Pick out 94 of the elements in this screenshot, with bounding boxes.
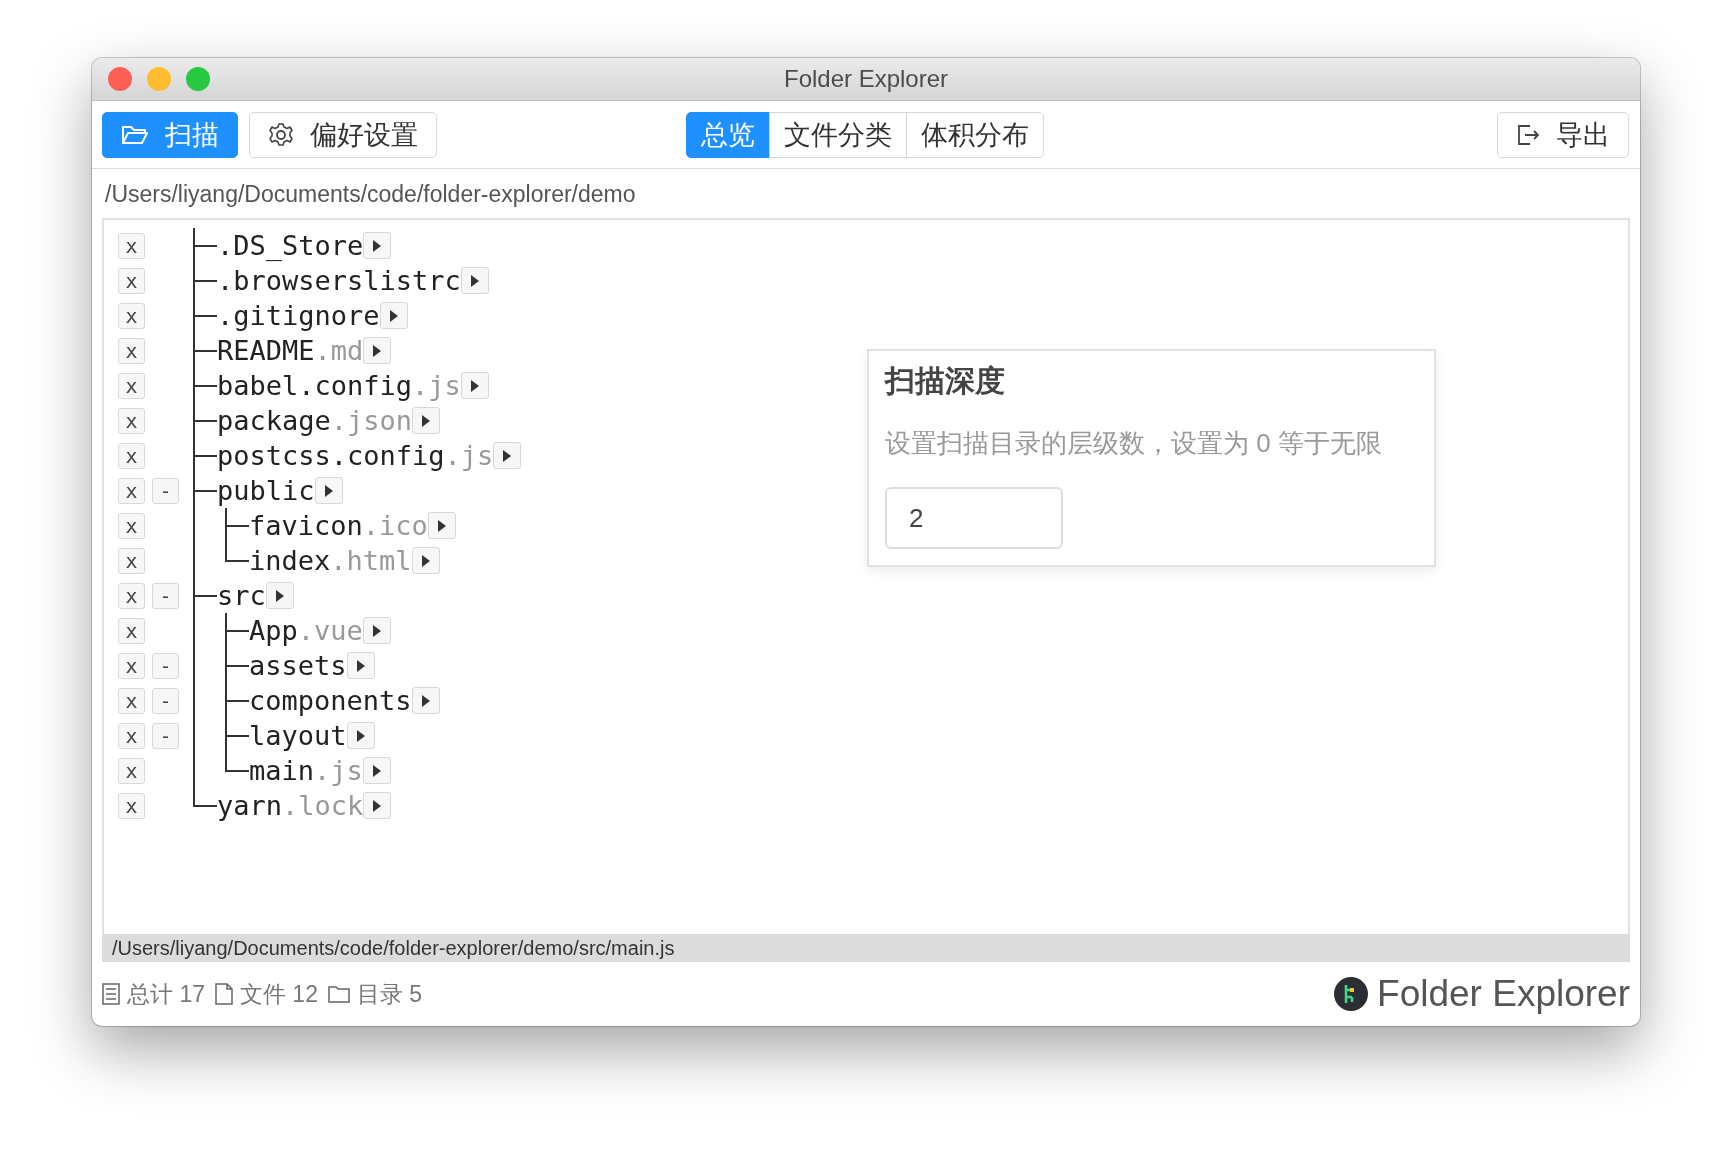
details-button[interactable] <box>314 477 343 504</box>
remove-button[interactable]: x <box>118 617 145 644</box>
details-button[interactable] <box>411 547 440 574</box>
remove-button[interactable]: x <box>118 442 145 469</box>
details-button[interactable] <box>363 337 392 364</box>
triangle-icon <box>372 624 381 637</box>
remove-button[interactable]: x <box>118 407 145 434</box>
window-title: Folder Explorer <box>783 65 949 93</box>
details-button[interactable] <box>411 687 440 714</box>
triangle-icon <box>373 799 382 812</box>
file-name[interactable]: README.md <box>217 333 364 368</box>
file-name[interactable]: assets <box>249 648 347 683</box>
folder-icon <box>121 123 149 146</box>
file-name[interactable]: src <box>217 578 266 613</box>
file-name[interactable]: App.vue <box>249 613 363 648</box>
details-button[interactable] <box>379 302 408 329</box>
triangle-icon <box>356 659 365 672</box>
collapse-button[interactable]: - <box>152 477 179 504</box>
triangle-icon <box>373 239 382 252</box>
remove-button[interactable]: x <box>118 687 145 714</box>
file-name[interactable]: yarn.lock <box>217 788 364 823</box>
file-name[interactable]: .DS_Store <box>217 228 364 263</box>
remove-button[interactable]: x <box>118 477 145 504</box>
export-icon <box>1516 122 1540 147</box>
remove-button[interactable]: x <box>118 792 145 819</box>
remove-button[interactable]: x <box>118 302 145 329</box>
remove-button[interactable]: x <box>118 582 145 609</box>
card-title: 扫描深度 <box>885 363 1006 399</box>
remove-button[interactable]: x <box>118 652 145 679</box>
triangle-icon <box>470 379 479 392</box>
details-button[interactable] <box>265 582 294 609</box>
file-name[interactable]: .gitignore <box>217 298 380 333</box>
remove-button[interactable]: x <box>118 232 145 259</box>
stat-label: 文件 12 <box>240 979 318 1009</box>
settings-icon <box>268 121 294 148</box>
file-name[interactable]: favicon.ico <box>249 508 428 543</box>
triangle-icon <box>373 344 382 357</box>
remove-button[interactable]: x <box>118 547 145 574</box>
folder-path: /Users/liyang/Documents/code/folder-explorer/demo <box>104 180 637 209</box>
remove-button[interactable]: x <box>118 372 145 399</box>
triangle-icon <box>324 484 333 497</box>
triangle-icon <box>422 414 431 427</box>
folder-icon <box>327 985 350 1003</box>
triangle-icon <box>275 589 284 602</box>
details-button[interactable] <box>362 757 391 784</box>
selected-file-path: /Users/liyang/Documents/code/folder-explorer/demo/src/main.js <box>102 934 1630 962</box>
details-button[interactable] <box>427 512 456 539</box>
details-button[interactable] <box>412 407 441 434</box>
triangle-icon <box>470 274 479 287</box>
collapse-button[interactable]: - <box>152 652 179 679</box>
brand-name: Folder Explorer <box>1377 973 1630 1015</box>
details-button[interactable] <box>460 372 489 399</box>
export-button[interactable]: 导出 <box>1497 111 1629 158</box>
remove-button[interactable]: x <box>118 757 145 784</box>
card-description: 设置扫描目录的层级数，设置为 0 等于无限 <box>885 427 1383 460</box>
triangle-icon <box>437 519 446 532</box>
triangle-icon <box>421 554 430 567</box>
collapse-button[interactable]: - <box>152 687 179 714</box>
details-button[interactable] <box>460 267 489 294</box>
file-name[interactable]: package.json <box>217 403 413 438</box>
file-name[interactable]: postcss.config.js <box>217 438 494 473</box>
stat-label: 目录 5 <box>356 979 423 1009</box>
file-icon <box>215 983 233 1005</box>
triangle-icon <box>421 694 430 707</box>
file-name[interactable]: index.html <box>249 543 412 578</box>
view-tab[interactable]: 体积分布 <box>906 111 1044 158</box>
depth-input[interactable]: 2 <box>885 487 1063 549</box>
remove-button[interactable]: x <box>118 512 145 539</box>
remove-button[interactable]: x <box>118 267 145 294</box>
details-button[interactable] <box>362 617 391 644</box>
file-name[interactable]: babel.config.js <box>217 368 461 403</box>
remove-button[interactable]: x <box>118 722 145 749</box>
remove-button[interactable]: x <box>118 337 145 364</box>
file-name[interactable]: public <box>217 473 315 508</box>
details-button[interactable] <box>363 232 392 259</box>
details-button[interactable] <box>346 652 375 679</box>
list-icon <box>102 983 120 1005</box>
triangle-icon <box>503 449 512 462</box>
collapse-button[interactable]: - <box>152 722 179 749</box>
file-name[interactable]: .browserslistrc <box>217 263 461 298</box>
logo-icon <box>1333 976 1370 1012</box>
details-button[interactable] <box>493 442 522 469</box>
details-button[interactable] <box>363 792 392 819</box>
triangle-icon <box>389 309 398 322</box>
details-button[interactable] <box>346 722 375 749</box>
stat-label: 总计 17 <box>127 979 205 1009</box>
file-name[interactable]: layout <box>249 718 347 753</box>
collapse-button[interactable]: - <box>152 582 179 609</box>
view-tab[interactable]: 文件分类 <box>769 111 907 158</box>
file-name[interactable]: components <box>249 683 412 718</box>
file-name[interactable]: main.js <box>249 753 363 788</box>
preferences-button[interactable]: 偏好设置 <box>249 111 437 158</box>
triangle-icon <box>356 729 365 742</box>
triangle-icon <box>372 764 381 777</box>
